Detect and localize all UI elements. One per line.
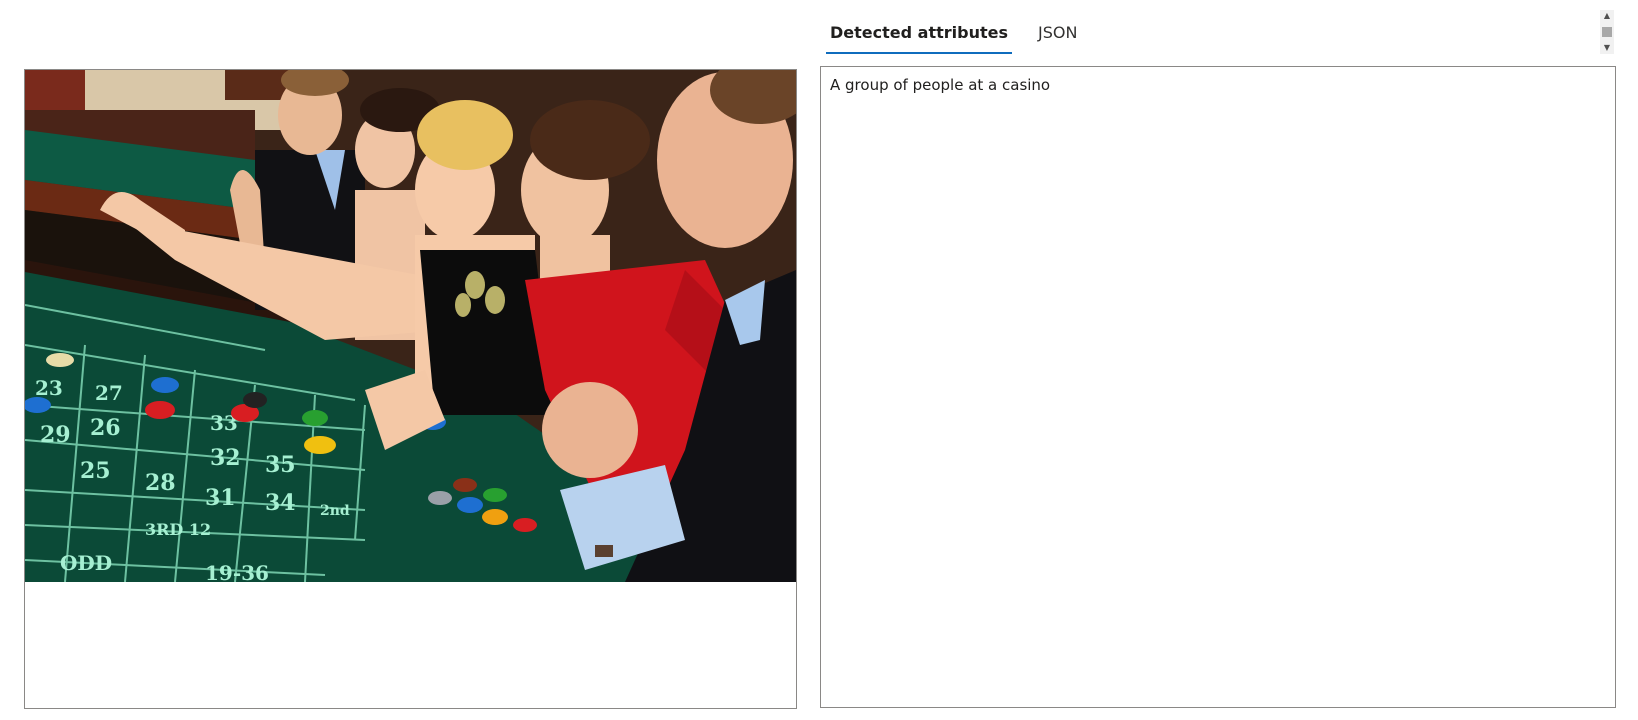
scroll-down-arrow-icon[interactable]: ▼ <box>1600 42 1614 54</box>
table-number: 23 <box>35 376 63 400</box>
svg-text:35: 35 <box>265 452 296 478</box>
tab-json[interactable]: JSON <box>1034 16 1081 54</box>
result-tabs: Detected attributes JSON <box>826 16 1103 56</box>
svg-text:29: 29 <box>40 422 71 448</box>
svg-text:19-36: 19-36 <box>205 561 269 582</box>
svg-text:34: 34 <box>265 490 296 516</box>
svg-text:31: 31 <box>205 485 236 511</box>
svg-text:32: 32 <box>210 445 241 471</box>
image-preview-panel: 23 27 26 29 25 28 31 32 33 34 35 3RD 12 … <box>24 69 797 709</box>
svg-text:26: 26 <box>90 415 121 441</box>
scrollbar-thumb[interactable] <box>1602 27 1612 37</box>
page-scrollbar[interactable]: ▲ ▼ <box>1600 10 1614 54</box>
tab-detected-attributes[interactable]: Detected attributes <box>826 16 1012 54</box>
svg-text:28: 28 <box>145 470 176 496</box>
image-caption: A group of people at a casino <box>830 76 1051 94</box>
detected-attributes-panel: A group of people at a casino <box>820 66 1616 708</box>
svg-text:3RD 12: 3RD 12 <box>145 520 211 539</box>
svg-text:25: 25 <box>80 458 111 484</box>
scroll-up-arrow-icon[interactable]: ▲ <box>1600 10 1614 22</box>
casino-photo: 23 27 26 29 25 28 31 32 33 34 35 3RD 12 … <box>25 70 796 582</box>
svg-text:ODD: ODD <box>60 551 112 575</box>
svg-text:27: 27 <box>95 381 123 405</box>
svg-text:2nd: 2nd <box>320 503 350 519</box>
